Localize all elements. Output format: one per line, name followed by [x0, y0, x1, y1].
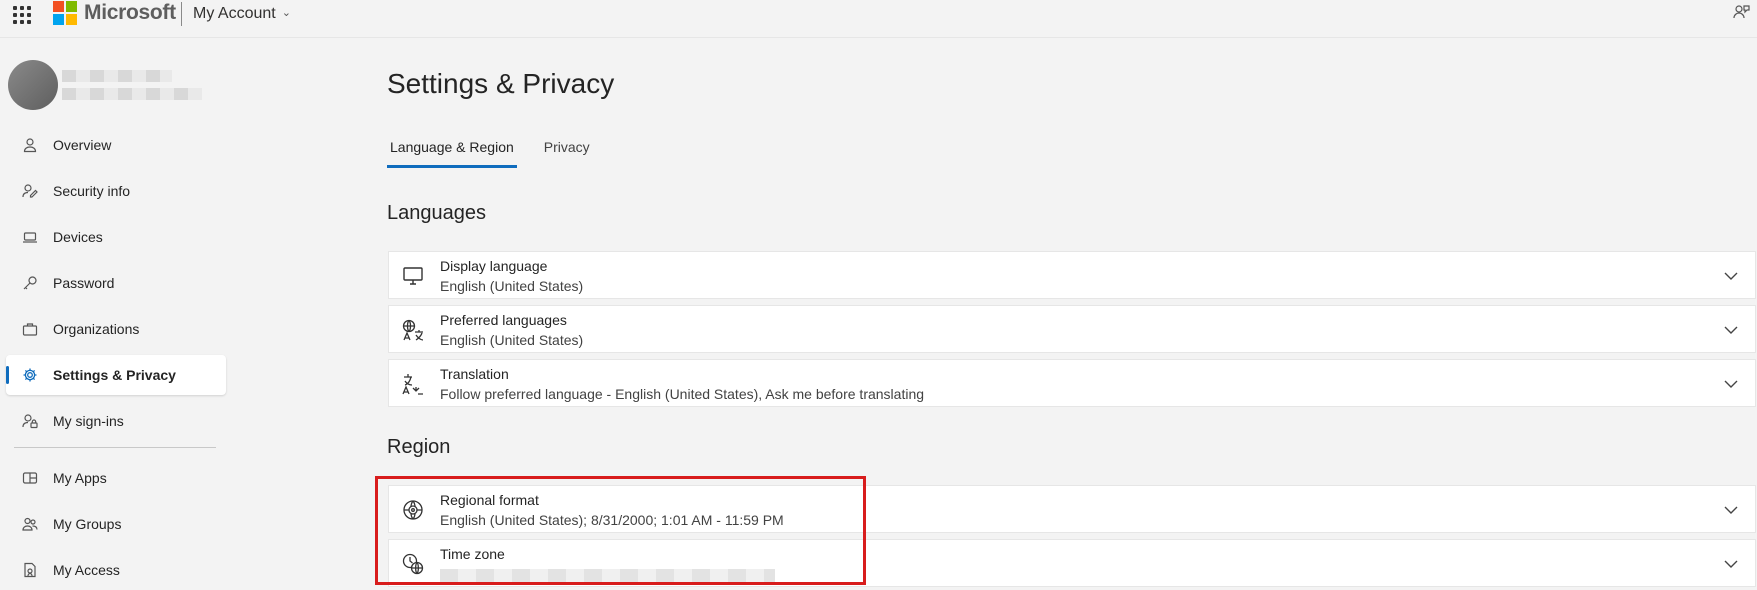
sidebar-item-label: Security info	[53, 183, 131, 199]
sidebar-item-my-apps[interactable]: My Apps	[6, 458, 226, 498]
person-icon	[21, 136, 39, 154]
feedback-icon[interactable]	[1732, 3, 1750, 21]
preferred-languages-row[interactable]: Preferred languages English (United Stat…	[388, 305, 1756, 353]
sidebar-item-my-sign-ins[interactable]: My sign-ins	[6, 401, 226, 441]
chevron-down-icon[interactable]	[1723, 268, 1739, 284]
regional-format-value: English (United States); 8/31/2000; 1:01…	[440, 512, 784, 528]
regional-format-title: Regional format	[440, 492, 539, 508]
header-divider	[181, 2, 182, 26]
display-language-title: Display language	[440, 258, 548, 274]
sidebar-divider	[14, 447, 216, 448]
app-launcher-icon[interactable]	[13, 6, 31, 24]
globe-language-icon	[402, 319, 424, 341]
sidebar-item-settings-privacy[interactable]: Settings & Privacy	[6, 355, 226, 395]
globe-location-icon	[403, 500, 423, 520]
brand-name: Microsoft	[84, 1, 176, 24]
sidebar-item-label: Organizations	[53, 321, 140, 337]
chevron-down-icon[interactable]	[1723, 322, 1739, 338]
chevron-down-icon[interactable]	[1723, 376, 1739, 392]
people-icon	[21, 515, 39, 533]
key-icon	[21, 274, 39, 292]
translation-row[interactable]: Translation Follow preferred language - …	[388, 359, 1756, 407]
display-language-value: English (United States)	[440, 278, 584, 294]
time-zone-title: Time zone	[440, 546, 505, 562]
time-zone-value-redacted	[440, 569, 775, 583]
translation-title: Translation	[440, 366, 509, 382]
region-heading: Region	[387, 436, 451, 458]
sidebar-item-password[interactable]: Password	[6, 263, 226, 303]
sidebar-item-label: Devices	[53, 229, 103, 245]
my-account-menu[interactable]: My Account ⌄	[193, 5, 291, 23]
display-language-row[interactable]: Display language English (United States)	[388, 251, 1756, 299]
sidebar-item-label: My sign-ins	[53, 413, 124, 429]
tab-privacy[interactable]: Privacy	[541, 137, 593, 168]
sidebar-item-my-groups[interactable]: My Groups	[6, 504, 226, 544]
monitor-icon	[403, 267, 423, 285]
avatar	[8, 60, 58, 110]
page-title: Settings & Privacy	[387, 68, 615, 99]
tab-language-region[interactable]: Language & Region	[387, 137, 517, 168]
sidebar-item-my-access[interactable]: My Access	[6, 550, 226, 590]
my-account-label: My Account	[193, 5, 276, 22]
time-zone-row[interactable]: Time zone	[388, 539, 1756, 587]
languages-heading: Languages	[387, 202, 486, 224]
chevron-down-icon[interactable]	[1723, 502, 1739, 518]
gear-icon	[21, 366, 39, 384]
preferred-languages-value: English (United States)	[440, 332, 584, 348]
security-icon	[21, 182, 39, 200]
translate-icon	[402, 374, 423, 395]
sidebar-item-devices[interactable]: Devices	[6, 217, 226, 257]
microsoft-logo-icon	[53, 1, 77, 25]
access-icon	[21, 561, 39, 579]
translation-value: Follow preferred language - English (Uni…	[440, 386, 925, 402]
sidebar-item-label: Password	[53, 275, 115, 291]
person-lock-icon	[21, 412, 39, 430]
sidebar-item-label: My Access	[53, 562, 120, 578]
chevron-down-icon: ⌄	[281, 7, 291, 19]
preferred-languages-title: Preferred languages	[440, 312, 567, 328]
sidebar-nav: Overview Security info Devices Password …	[6, 125, 226, 590]
briefcase-icon	[21, 320, 39, 338]
sidebar-item-label: Settings & Privacy	[53, 367, 176, 383]
sidebar-item-label: My Groups	[53, 516, 122, 532]
clock-globe-icon	[402, 553, 424, 575]
profile-info-redacted	[62, 70, 202, 106]
sidebar-item-label: Overview	[53, 137, 112, 153]
chevron-down-icon[interactable]	[1723, 556, 1739, 572]
sidebar-item-label: My Apps	[53, 470, 107, 486]
sidebar-item-organizations[interactable]: Organizations	[6, 309, 226, 349]
laptop-icon	[21, 228, 39, 246]
sidebar-item-overview[interactable]: Overview	[6, 125, 226, 165]
regional-format-row[interactable]: Regional format English (United States);…	[388, 485, 1756, 533]
apps-icon	[21, 469, 39, 487]
settings-tabs: Language & Region Privacy	[387, 137, 617, 168]
top-bar: Microsoft My Account ⌄	[0, 0, 1757, 38]
sidebar-item-security-info[interactable]: Security info	[6, 171, 226, 211]
